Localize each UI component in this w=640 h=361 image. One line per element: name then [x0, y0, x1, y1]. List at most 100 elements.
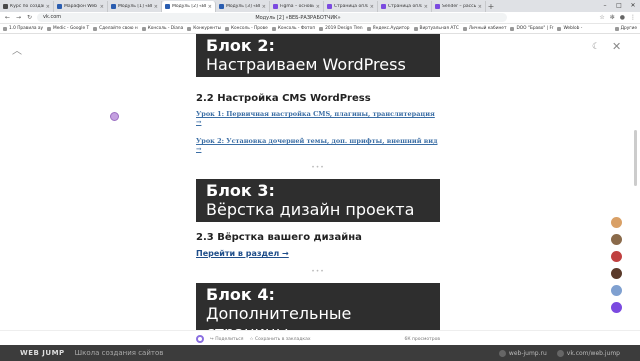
bookmark-favicon-icon	[47, 26, 52, 31]
bookmark-item[interactable]: 2019 Design Tren	[319, 26, 363, 31]
tab-close-icon[interactable]: ×	[100, 4, 104, 10]
extension-icon[interactable]: ✻	[610, 14, 615, 21]
bookmark-item[interactable]: Личный кабинет	[462, 26, 506, 31]
tab-label: Sender – рассылки и	[442, 4, 476, 9]
bookmark-item[interactable]: Конкуренты	[187, 26, 221, 31]
forward-icon[interactable]: →	[15, 14, 22, 21]
page-title: Модуль [2] «ВЕБ-РАЗРАБОТЧИК»	[255, 15, 341, 21]
bookmarks-other[interactable]: Другие	[614, 26, 637, 31]
night-mode-icon[interactable]: ☾	[592, 42, 600, 52]
browser-tab[interactable]: Модуль [2] «ВЕБ-Р×	[162, 1, 216, 12]
browser-tab[interactable]: Figma – основы и б×	[270, 1, 324, 12]
tab-label: Страница оплаты «	[334, 4, 368, 9]
bookmark-label: 1.0 Правила ау	[9, 26, 44, 31]
bookmark-label: Сделайте свою н	[99, 26, 138, 31]
footer-links: web-jump.ru vk.com/web.jump	[498, 349, 620, 357]
avatar[interactable]	[610, 267, 623, 280]
close-window-icon[interactable]: ✕	[626, 0, 640, 12]
bookmark-label: Medic - Google T	[53, 26, 90, 31]
globe-icon	[498, 349, 506, 357]
save-bookmark-button[interactable]: ☆ Сохранить в закладках	[249, 337, 310, 342]
goto-section-link[interactable]: Перейти в раздел →	[196, 249, 440, 258]
share-button[interactable]: ↪ Поделиться	[210, 337, 243, 342]
minimize-icon[interactable]: –	[598, 0, 612, 12]
bookmark-favicon-icon	[187, 26, 192, 31]
bookmark-label: DOO "Браво" | Fr	[516, 26, 554, 31]
block-4-banner: Блок 4: Дополнительные страницы	[196, 283, 440, 330]
back-icon[interactable]: ←	[4, 14, 11, 21]
bookmark-item[interactable]: 1.0 Правила ау	[3, 26, 43, 31]
block-4-title: Дополнительные страницы	[206, 304, 352, 330]
new-tab-icon[interactable]: +	[486, 1, 496, 12]
brand-logo: WEB JUMP	[20, 349, 65, 357]
chevron-up-icon[interactable]: ︿	[12, 42, 22, 57]
bookmark-item[interactable]: Сделайте свою н	[93, 26, 138, 31]
browser-tab[interactable]: Страница оплаты «×	[324, 1, 378, 12]
author-logo-icon[interactable]	[196, 335, 204, 343]
bookmark-item[interactable]: Виртуальная АТС	[413, 26, 459, 31]
site-link[interactable]: web-jump.ru	[498, 349, 547, 357]
browser-tab[interactable]: Модуль [3] «ВЕБ-Р×	[216, 1, 270, 12]
tab-close-icon[interactable]: ×	[46, 4, 50, 10]
close-icon[interactable]: ✕	[612, 40, 621, 53]
tab-label: Модуль [2] «ВЕБ-Р	[172, 4, 206, 9]
bookmark-item[interactable]: Medic - Google T	[47, 26, 89, 31]
scrollbar-thumb[interactable]	[634, 130, 637, 186]
lesson-2-link[interactable]: Урок 2: Установка дочерней темы, доп. шр…	[196, 137, 440, 153]
browser-tab[interactable]: Sender – рассылки и×	[432, 1, 486, 12]
tab-favicon-icon	[327, 4, 332, 9]
article-viewer: ︿ ☾ ✕ Блок 2: Настраиваем WordPress 2.2 …	[0, 34, 640, 330]
tab-close-icon[interactable]: ×	[208, 4, 212, 10]
block-2-banner: Блок 2: Настраиваем WordPress	[196, 34, 440, 77]
tab-favicon-icon	[165, 4, 170, 9]
bookmark-favicon-icon	[93, 26, 98, 31]
avatar[interactable]	[610, 301, 623, 314]
tab-favicon-icon	[435, 4, 440, 9]
bookmark-item[interactable]: Weblob -	[557, 26, 582, 31]
tab-label: Страница оплаты «	[388, 4, 422, 9]
tab-close-icon[interactable]: ×	[478, 4, 482, 10]
menu-icon[interactable]: ⋮	[630, 14, 636, 21]
avatar[interactable]	[610, 250, 623, 263]
bookmark-item[interactable]: Консоль - Фотоп	[271, 26, 315, 31]
bookmark-favicon-icon	[271, 26, 276, 31]
bookmark-item[interactable]: Яндекс.Аудитор	[366, 26, 410, 31]
tab-close-icon[interactable]: ×	[370, 4, 374, 10]
tab-close-icon[interactable]: ×	[316, 4, 320, 10]
article-content: Блок 2: Настраиваем WordPress 2.2 Настро…	[196, 34, 440, 330]
vk-icon	[556, 349, 564, 357]
tab-label: Модуль [3] «ВЕБ-Р	[226, 4, 260, 9]
maximize-icon[interactable]: □	[612, 0, 626, 12]
tab-favicon-icon	[381, 4, 386, 9]
tab-close-icon[interactable]: ×	[262, 4, 266, 10]
vk-link[interactable]: vk.com/web.jump	[556, 349, 620, 357]
star-icon[interactable]: ☆	[599, 14, 604, 21]
block-3-title: Вёрстка дизайн проекта	[206, 200, 415, 219]
block-4-number: Блок 4:	[206, 285, 275, 304]
separator-dots: •••	[311, 164, 325, 171]
browser-tab[interactable]: Марафон Web Jump×	[54, 1, 108, 12]
lesson-1-link[interactable]: Урок 1: Первичная настройка CMS, плагины…	[196, 110, 440, 126]
block-3-number: Блок 3:	[206, 181, 275, 200]
avatar[interactable]	[610, 216, 623, 229]
bookmark-item[interactable]: Консоль - Diana	[141, 26, 183, 31]
bookmark-label: Виртуальная АТС	[419, 26, 459, 31]
browser-tab[interactable]: Курс по созданию с×	[0, 1, 54, 12]
bookmark-label: 2019 Design Tren	[325, 26, 363, 31]
bookmark-label: Weblob -	[563, 26, 583, 31]
brand-tagline: Школа создания сайтов	[74, 349, 164, 357]
section-2-2-heading: 2.2 Настройка CMS WordPress	[196, 93, 371, 104]
avatar[interactable]	[610, 233, 623, 246]
reload-icon[interactable]: ↻	[26, 14, 33, 21]
bookmark-label: Яндекс.Аудитор	[372, 26, 410, 31]
bookmark-item[interactable]: DOO "Браво" | Fr	[510, 26, 553, 31]
tab-close-icon[interactable]: ×	[154, 4, 158, 10]
profile-icon[interactable]: ●	[620, 14, 625, 21]
tab-close-icon[interactable]: ×	[424, 4, 428, 10]
tab-favicon-icon	[273, 4, 278, 9]
browser-tab[interactable]: Страница оплаты «×	[378, 1, 432, 12]
browser-tab[interactable]: Модуль [1] «ВЕБ-Р×	[108, 1, 162, 12]
bookmark-item[interactable]: Консоль - Прове	[225, 26, 268, 31]
block-2-number: Блок 2:	[206, 36, 275, 55]
avatar[interactable]	[610, 284, 623, 297]
